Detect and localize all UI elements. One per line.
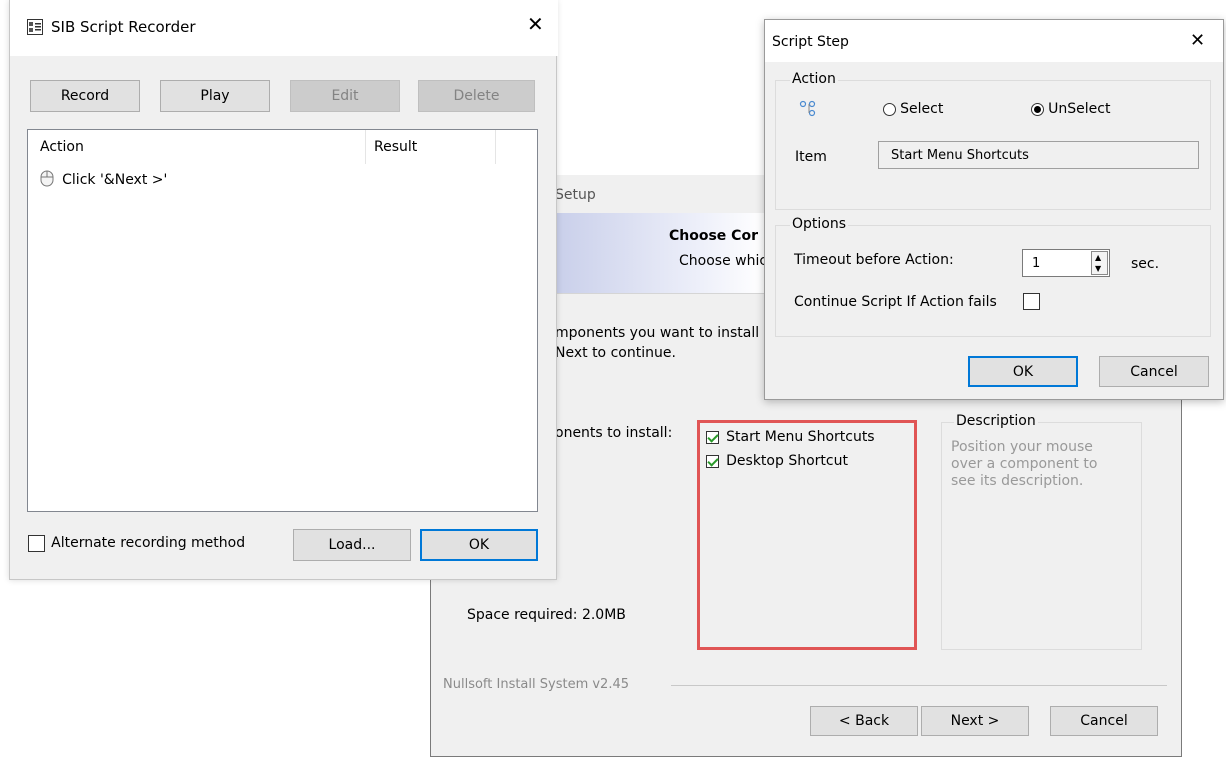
action-text: Click '&Next >' <box>62 172 168 188</box>
load-button[interactable]: Load... <box>293 529 411 561</box>
action-list[interactable]: Action Result Click '&Next >' <box>27 129 538 512</box>
component-label: Desktop Shortcut <box>726 453 848 469</box>
timeout-label: Timeout before Action: <box>794 252 954 268</box>
cancel-button[interactable]: Cancel <box>1050 706 1158 736</box>
alternate-method-checkbox[interactable] <box>28 535 45 552</box>
intro-line-1: mponents you want to install <box>555 325 760 341</box>
installer-title: Setup <box>555 187 596 203</box>
unselect-radio[interactable] <box>1031 103 1044 116</box>
intro-line-2: Next to continue. <box>555 345 676 361</box>
tree-icon <box>799 100 817 122</box>
action-group-title: Action <box>790 71 838 87</box>
component-checkbox[interactable] <box>706 431 719 444</box>
component-desktop[interactable]: Desktop Shortcut <box>706 453 848 469</box>
space-required: Space required: 2.0MB <box>467 607 626 623</box>
mouse-icon <box>40 170 54 191</box>
column-divider <box>365 130 366 164</box>
branding-divider <box>671 685 1167 686</box>
component-label: Start Menu Shortcuts <box>726 429 875 445</box>
continue-label: Continue Script If Action fails <box>794 294 997 310</box>
back-button[interactable]: < Back <box>810 706 918 736</box>
app-icon <box>27 19 43 35</box>
description-title: Description <box>954 413 1038 429</box>
timeout-stepper[interactable]: 1 ▲ ▼ <box>1022 249 1110 277</box>
play-button[interactable]: Play <box>160 80 270 112</box>
component-checkbox[interactable] <box>706 455 719 468</box>
component-start-menu[interactable]: Start Menu Shortcuts <box>706 429 875 445</box>
options-group-title: Options <box>790 216 849 232</box>
spin-buttons[interactable]: ▲ ▼ <box>1091 251 1108 275</box>
select-label: Select <box>900 101 944 117</box>
timeout-unit: sec. <box>1131 256 1160 272</box>
description-text: Position your mouse over a component to … <box>951 439 1098 489</box>
recorder-titlebar: SIB Script Recorder ✕ <box>10 0 558 56</box>
timeout-value: 1 <box>1032 256 1041 271</box>
header-title: Choose Cor <box>669 228 758 244</box>
close-icon[interactable]: ✕ <box>527 14 544 34</box>
action-group: Action Select UnSelect Item Start Menu S… <box>775 71 1211 210</box>
cancel-button[interactable]: Cancel <box>1099 356 1209 387</box>
item-field: Start Menu Shortcuts <box>878 141 1199 169</box>
continue-checkbox[interactable] <box>1023 293 1040 310</box>
unselect-label: UnSelect <box>1048 101 1111 117</box>
options-group: Options Timeout before Action: 1 ▲ ▼ sec… <box>775 216 1211 337</box>
column-divider <box>495 130 496 164</box>
header-subtitle: Choose whic <box>679 253 768 269</box>
select-option[interactable]: Select <box>883 101 943 117</box>
ok-button[interactable]: OK <box>968 356 1078 387</box>
recorder-window: SIB Script Recorder ✕ Record Play Edit D… <box>9 0 558 580</box>
recorder-title: SIB Script Recorder <box>51 18 196 36</box>
list-item[interactable]: Click '&Next >' <box>40 170 167 191</box>
next-button[interactable]: Next > <box>921 706 1029 736</box>
item-value: Start Menu Shortcuts <box>891 148 1029 163</box>
description-group: Description Position your mouse over a c… <box>941 413 1142 650</box>
script-step-window: Script Step ✕ Action Select UnSelect Ite… <box>764 19 1224 400</box>
edit-button[interactable]: Edit <box>290 80 400 112</box>
item-label: Item <box>795 149 827 165</box>
spin-up-icon[interactable]: ▲ <box>1095 252 1101 263</box>
alternate-method-label: Alternate recording method <box>51 535 246 551</box>
close-icon[interactable]: ✕ <box>1190 32 1205 50</box>
alternate-method-option[interactable]: Alternate recording method <box>28 535 245 552</box>
select-radio[interactable] <box>883 103 896 116</box>
components-label: onents to install: <box>555 425 673 441</box>
delete-button[interactable]: Delete <box>418 80 535 112</box>
components-list: Start Menu Shortcuts Desktop Shortcut <box>697 420 917 650</box>
step-title: Script Step <box>772 34 849 50</box>
unselect-option[interactable]: UnSelect <box>1031 101 1110 117</box>
spin-down-icon[interactable]: ▼ <box>1095 263 1101 274</box>
record-button[interactable]: Record <box>30 80 140 112</box>
step-titlebar: Script Step ✕ <box>765 20 1223 62</box>
column-header-result[interactable]: Result <box>374 139 417 155</box>
ok-button[interactable]: OK <box>420 529 538 561</box>
branding-text: Nullsoft Install System v2.45 <box>443 677 630 692</box>
column-header-action[interactable]: Action <box>40 139 84 155</box>
